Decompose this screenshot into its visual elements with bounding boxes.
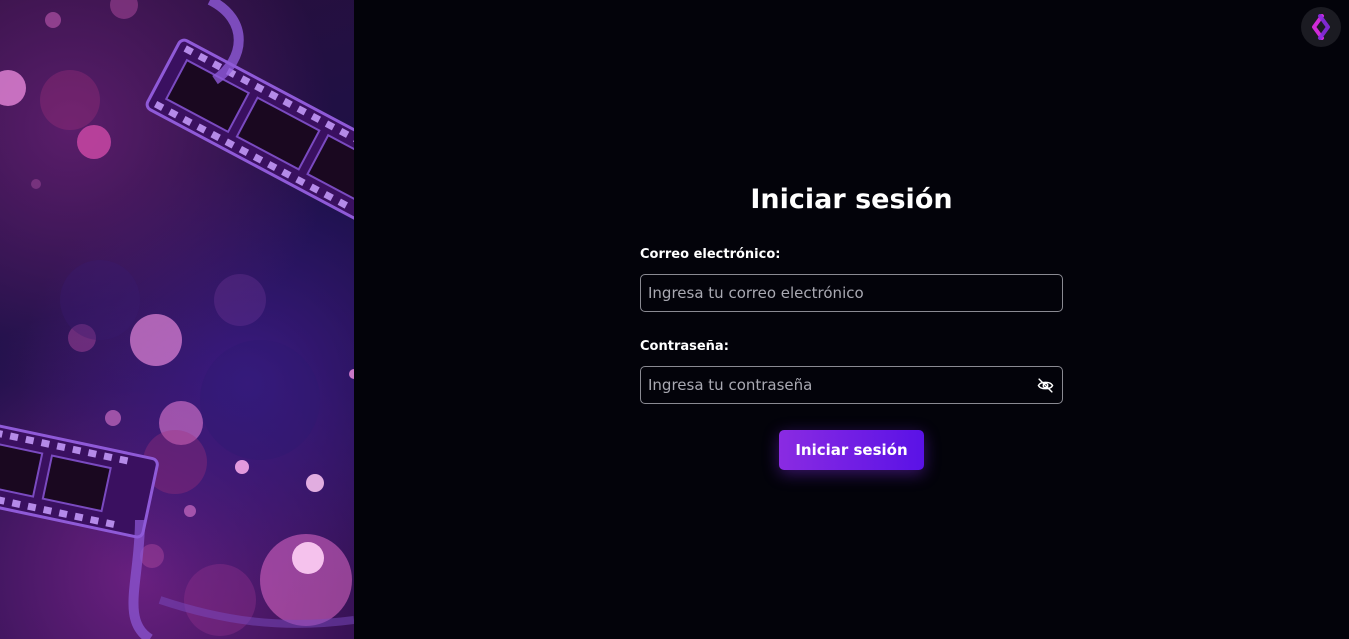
brand-logo[interactable]	[1301, 7, 1341, 47]
film-strip-top	[145, 38, 354, 229]
password-label: Contraseña:	[640, 339, 729, 354]
password-field[interactable]	[641, 367, 1062, 403]
login-button[interactable]: Iniciar sesión	[779, 430, 924, 470]
password-field-wrapper	[640, 366, 1063, 404]
film-strip-bottom	[0, 419, 159, 539]
email-field[interactable]	[641, 275, 1062, 311]
eye-slash-icon[interactable]	[1037, 377, 1054, 394]
film-curl-bottom	[128, 519, 154, 639]
submit-row: Iniciar sesión	[640, 430, 1063, 470]
login-form: Iniciar sesión Correo electrónico: Contr…	[640, 180, 1063, 470]
login-page: Iniciar sesión Correo electrónico: Contr…	[0, 0, 1349, 639]
page-title: Iniciar sesión	[750, 184, 953, 215]
email-field-wrapper	[640, 274, 1063, 312]
hero-image	[0, 0, 354, 639]
film-bokeh-illustration	[0, 0, 354, 639]
brand-logo-icon	[1312, 14, 1330, 40]
email-label: Correo electrónico:	[640, 247, 781, 262]
